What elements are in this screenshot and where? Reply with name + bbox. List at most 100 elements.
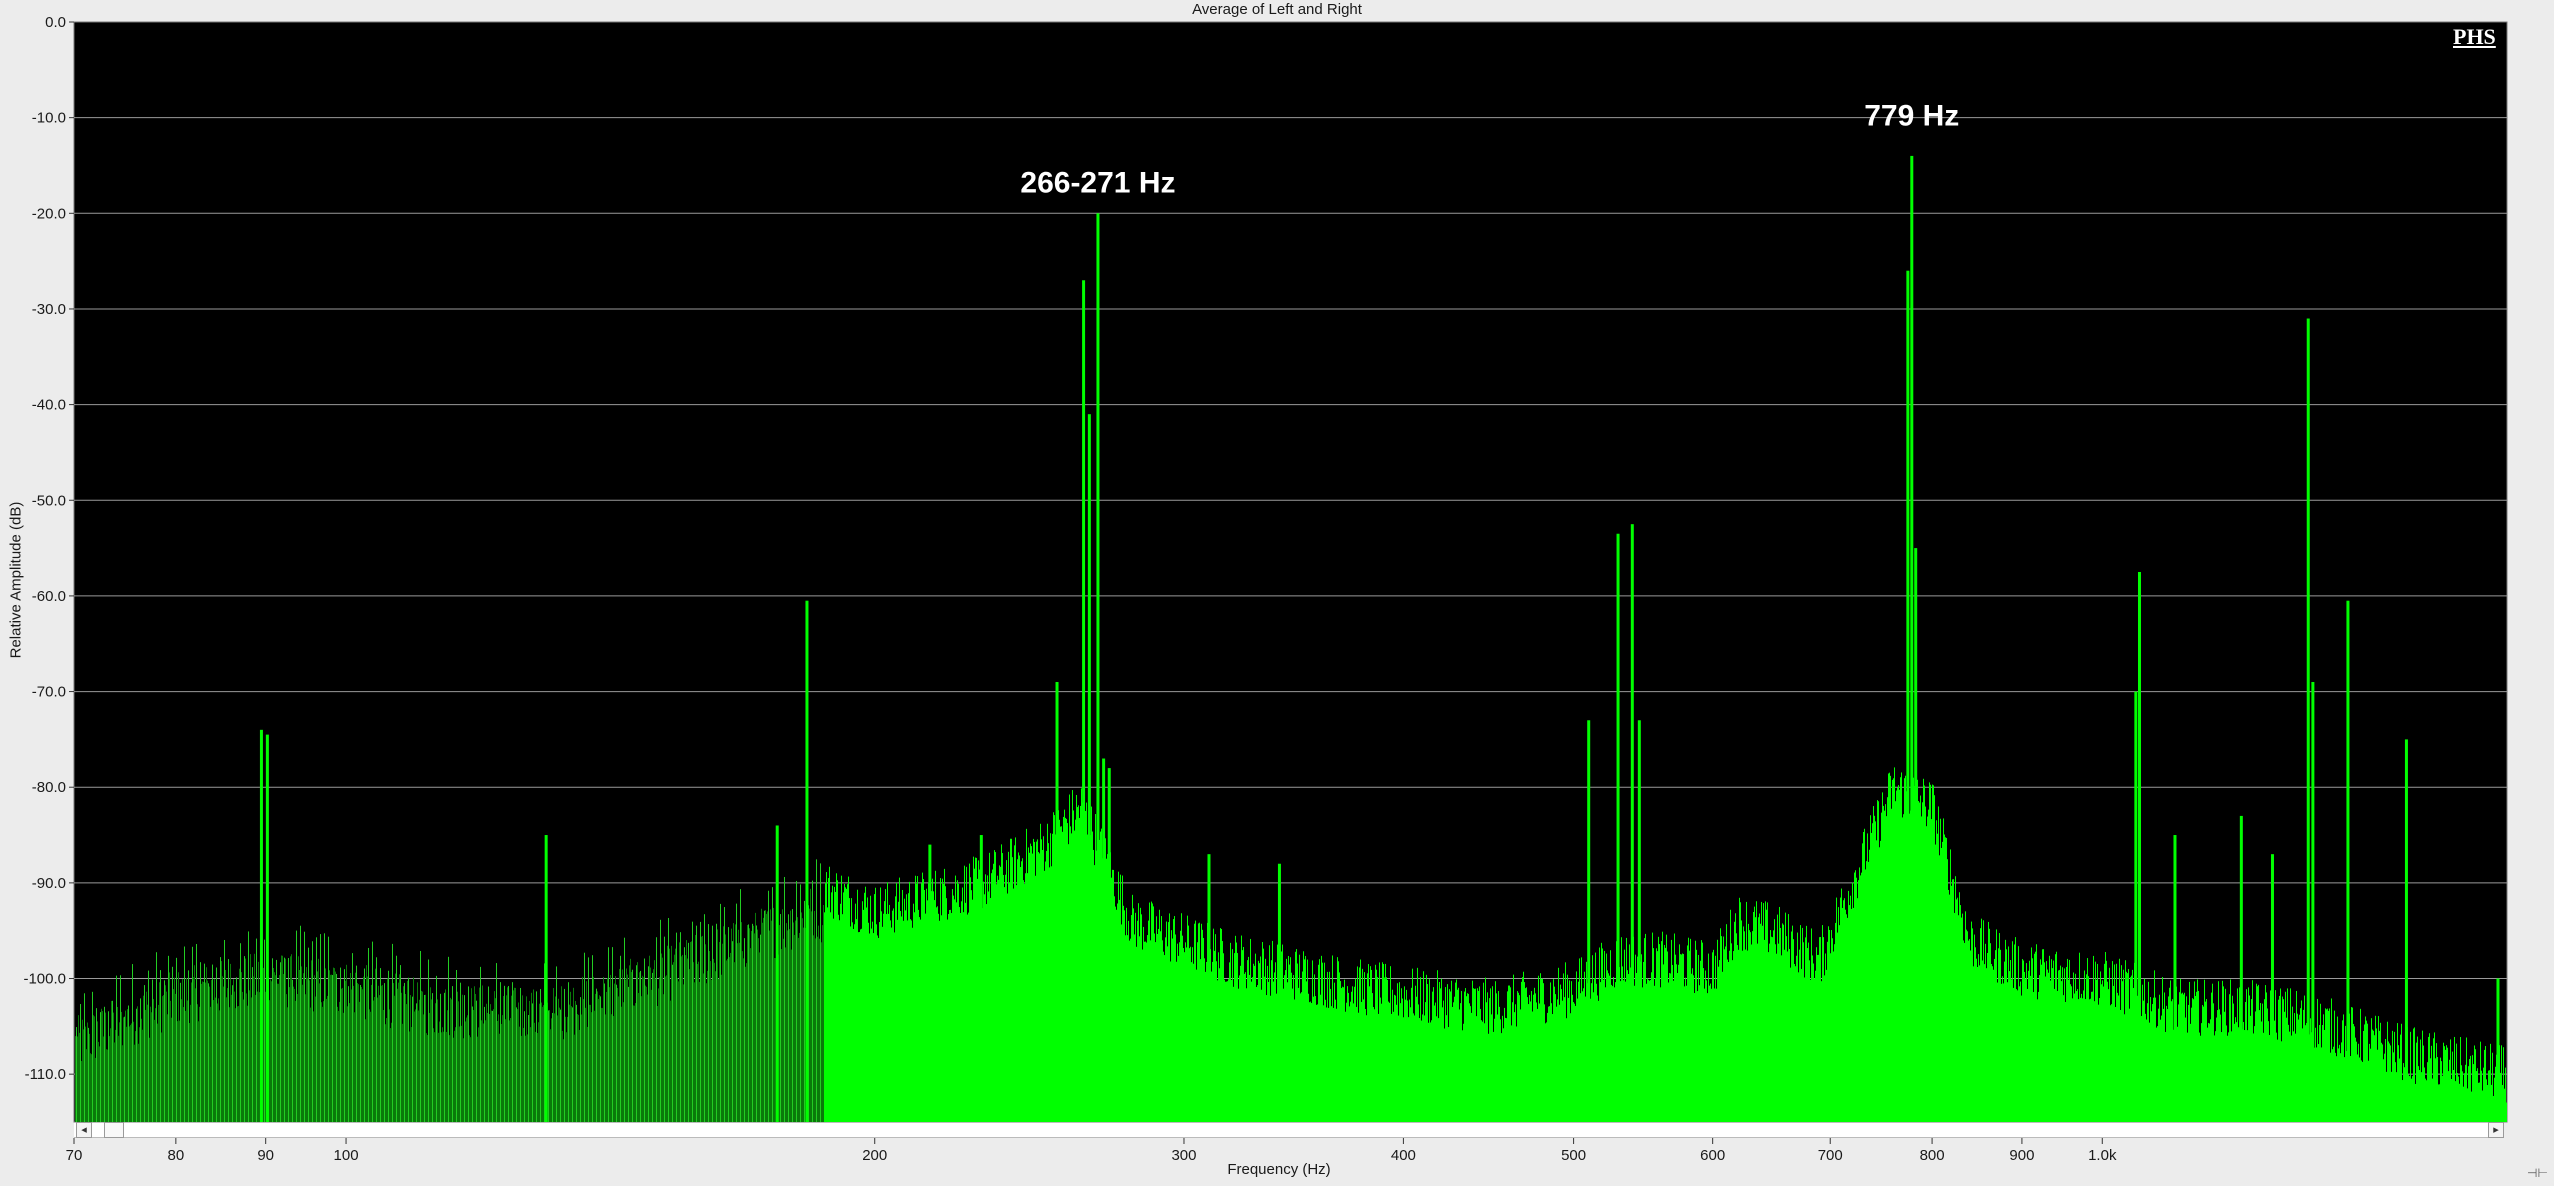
spectrum-bar [798,937,799,1122]
spectrum-bar [852,922,853,1122]
spectrum-bar [1946,837,1947,1122]
spectrum-bar [2248,987,2249,1122]
x-tick-label: 70 [66,1147,83,1164]
spectrum-bar [616,984,617,1122]
spectrum-bar [1898,785,1899,1122]
spectrum-bar [1260,956,1261,1122]
spectrum-bar [2283,999,2284,1122]
spectrum-bar [1421,1020,1422,1122]
spectrum-bar [1484,1023,1485,1122]
spectrum-bar [1961,917,1962,1122]
spectrum-bar [617,987,618,1122]
spectrum-bar [467,1015,468,1122]
spectrum-bar [1973,966,1974,1122]
spectrum-bar [2388,1041,2389,1122]
spectrum-bar [710,961,711,1122]
spectrum-bar [757,929,758,1122]
spectrum-bar [2436,1043,2437,1122]
spectrum-bar [279,974,280,1122]
spectrum-bar [1808,942,1809,1122]
spectrum-bar [1180,930,1181,1122]
spectrum-bar [1052,833,1053,1122]
spectrum-bar [2072,998,2073,1122]
spectrum-bar [1419,1018,1420,1122]
spectrum-bar [1567,974,1568,1122]
spectrum-bar [439,1021,440,1122]
spectrum-bar [1545,1023,1546,1122]
spectrum-bar [514,987,515,1122]
spectrum-bar [2228,1032,2229,1122]
spectrum-bar [2468,1066,2469,1122]
spectrum-bar [1899,789,1900,1122]
spectrum-bar [2420,1039,2421,1122]
spectrum-bar [1448,1027,1449,1122]
spectrum-bar [1710,983,1711,1122]
spectrum-bar [749,928,750,1122]
spectrum-bar [1106,858,1107,1122]
spectrum-bar [100,1012,101,1122]
spectrum-bar [294,988,295,1122]
spectrum-bar [2017,990,2018,1122]
peak-bar [1914,548,1918,1122]
spectrum-bar [552,1012,553,1122]
spectrum-bar [2281,1041,2282,1122]
peak-bar [1207,854,1211,1122]
spectrum-bar [822,925,823,1122]
x-tick-label: 300 [1171,1147,1196,1164]
spectrum-bar [684,947,685,1122]
spectrum-bar [1962,913,1963,1122]
spectrum-bar [907,920,908,1122]
spectrum-bar [1846,914,1847,1122]
spectrum-bar [1636,972,1637,1122]
spectrum-bar [715,971,716,1122]
spectrum-bar [1565,962,1566,1122]
spectrum-bar [913,903,914,1122]
spectrum-bar [489,1014,490,1122]
spectrum-bar [156,952,157,1122]
spectrum-bar [332,975,333,1122]
spectrum-bar [997,875,998,1122]
spectrum-bar [2295,1033,2296,1122]
spectrum-bar [432,993,433,1122]
spectrum-bar [98,1041,99,1122]
spectrum-bar [124,1016,125,1122]
spectrum-bar [1452,1006,1453,1122]
spectrum-bar [128,1005,129,1122]
spectrum-bar [2062,967,2063,1122]
spectrum-bar [1041,839,1042,1122]
spectrum-bar [216,967,217,1122]
spectrum-bar [1486,1002,1487,1122]
spectrum-bar [469,1035,470,1122]
spectrum-bar [854,924,855,1122]
spectrum-bar [420,950,421,1122]
spectrum-bar [421,990,422,1122]
spectrum-bar [2450,1039,2451,1122]
spectrum-bar [709,951,710,1122]
spectrum-bar [2230,979,2231,1122]
spectrum-bar [1563,973,1564,1122]
spectrum-bar [89,1033,90,1122]
scroll-right-icon[interactable]: ▸ [2488,1122,2504,1138]
spectrum-bar [1777,914,1778,1122]
spectrum-bar [2368,1060,2369,1122]
spectrum-bar [1882,792,1883,1122]
scroll-left-icon[interactable]: ◂ [76,1122,92,1138]
scrollbar-thumb[interactable] [104,1122,124,1138]
spectrum-bar [405,994,406,1122]
spectrum-bar [2466,1037,2467,1122]
spectrum-bar [1188,925,1189,1122]
spectrum-bar [955,875,956,1122]
spectrum-bar [1095,814,1096,1122]
spectrum-bar [577,1014,578,1122]
spectrum-bar [1847,917,1848,1122]
x-tick-labels: 70 80 90 100 200 300 400 500 600 700 800 900 1.0k [66,1138,2117,1164]
spectrum-bar [571,1006,572,1122]
spectrum-bar [324,933,325,1122]
spectrum-bar [667,945,668,1122]
horizontal-scrollbar[interactable] [74,1122,2496,1138]
spectrum-bar [909,881,910,1122]
spectrum-bar [2142,984,2143,1122]
spectrum-bar [1550,982,1551,1122]
spectrum-bar [1162,940,1163,1122]
x-tick-label: 400 [1391,1147,1416,1164]
